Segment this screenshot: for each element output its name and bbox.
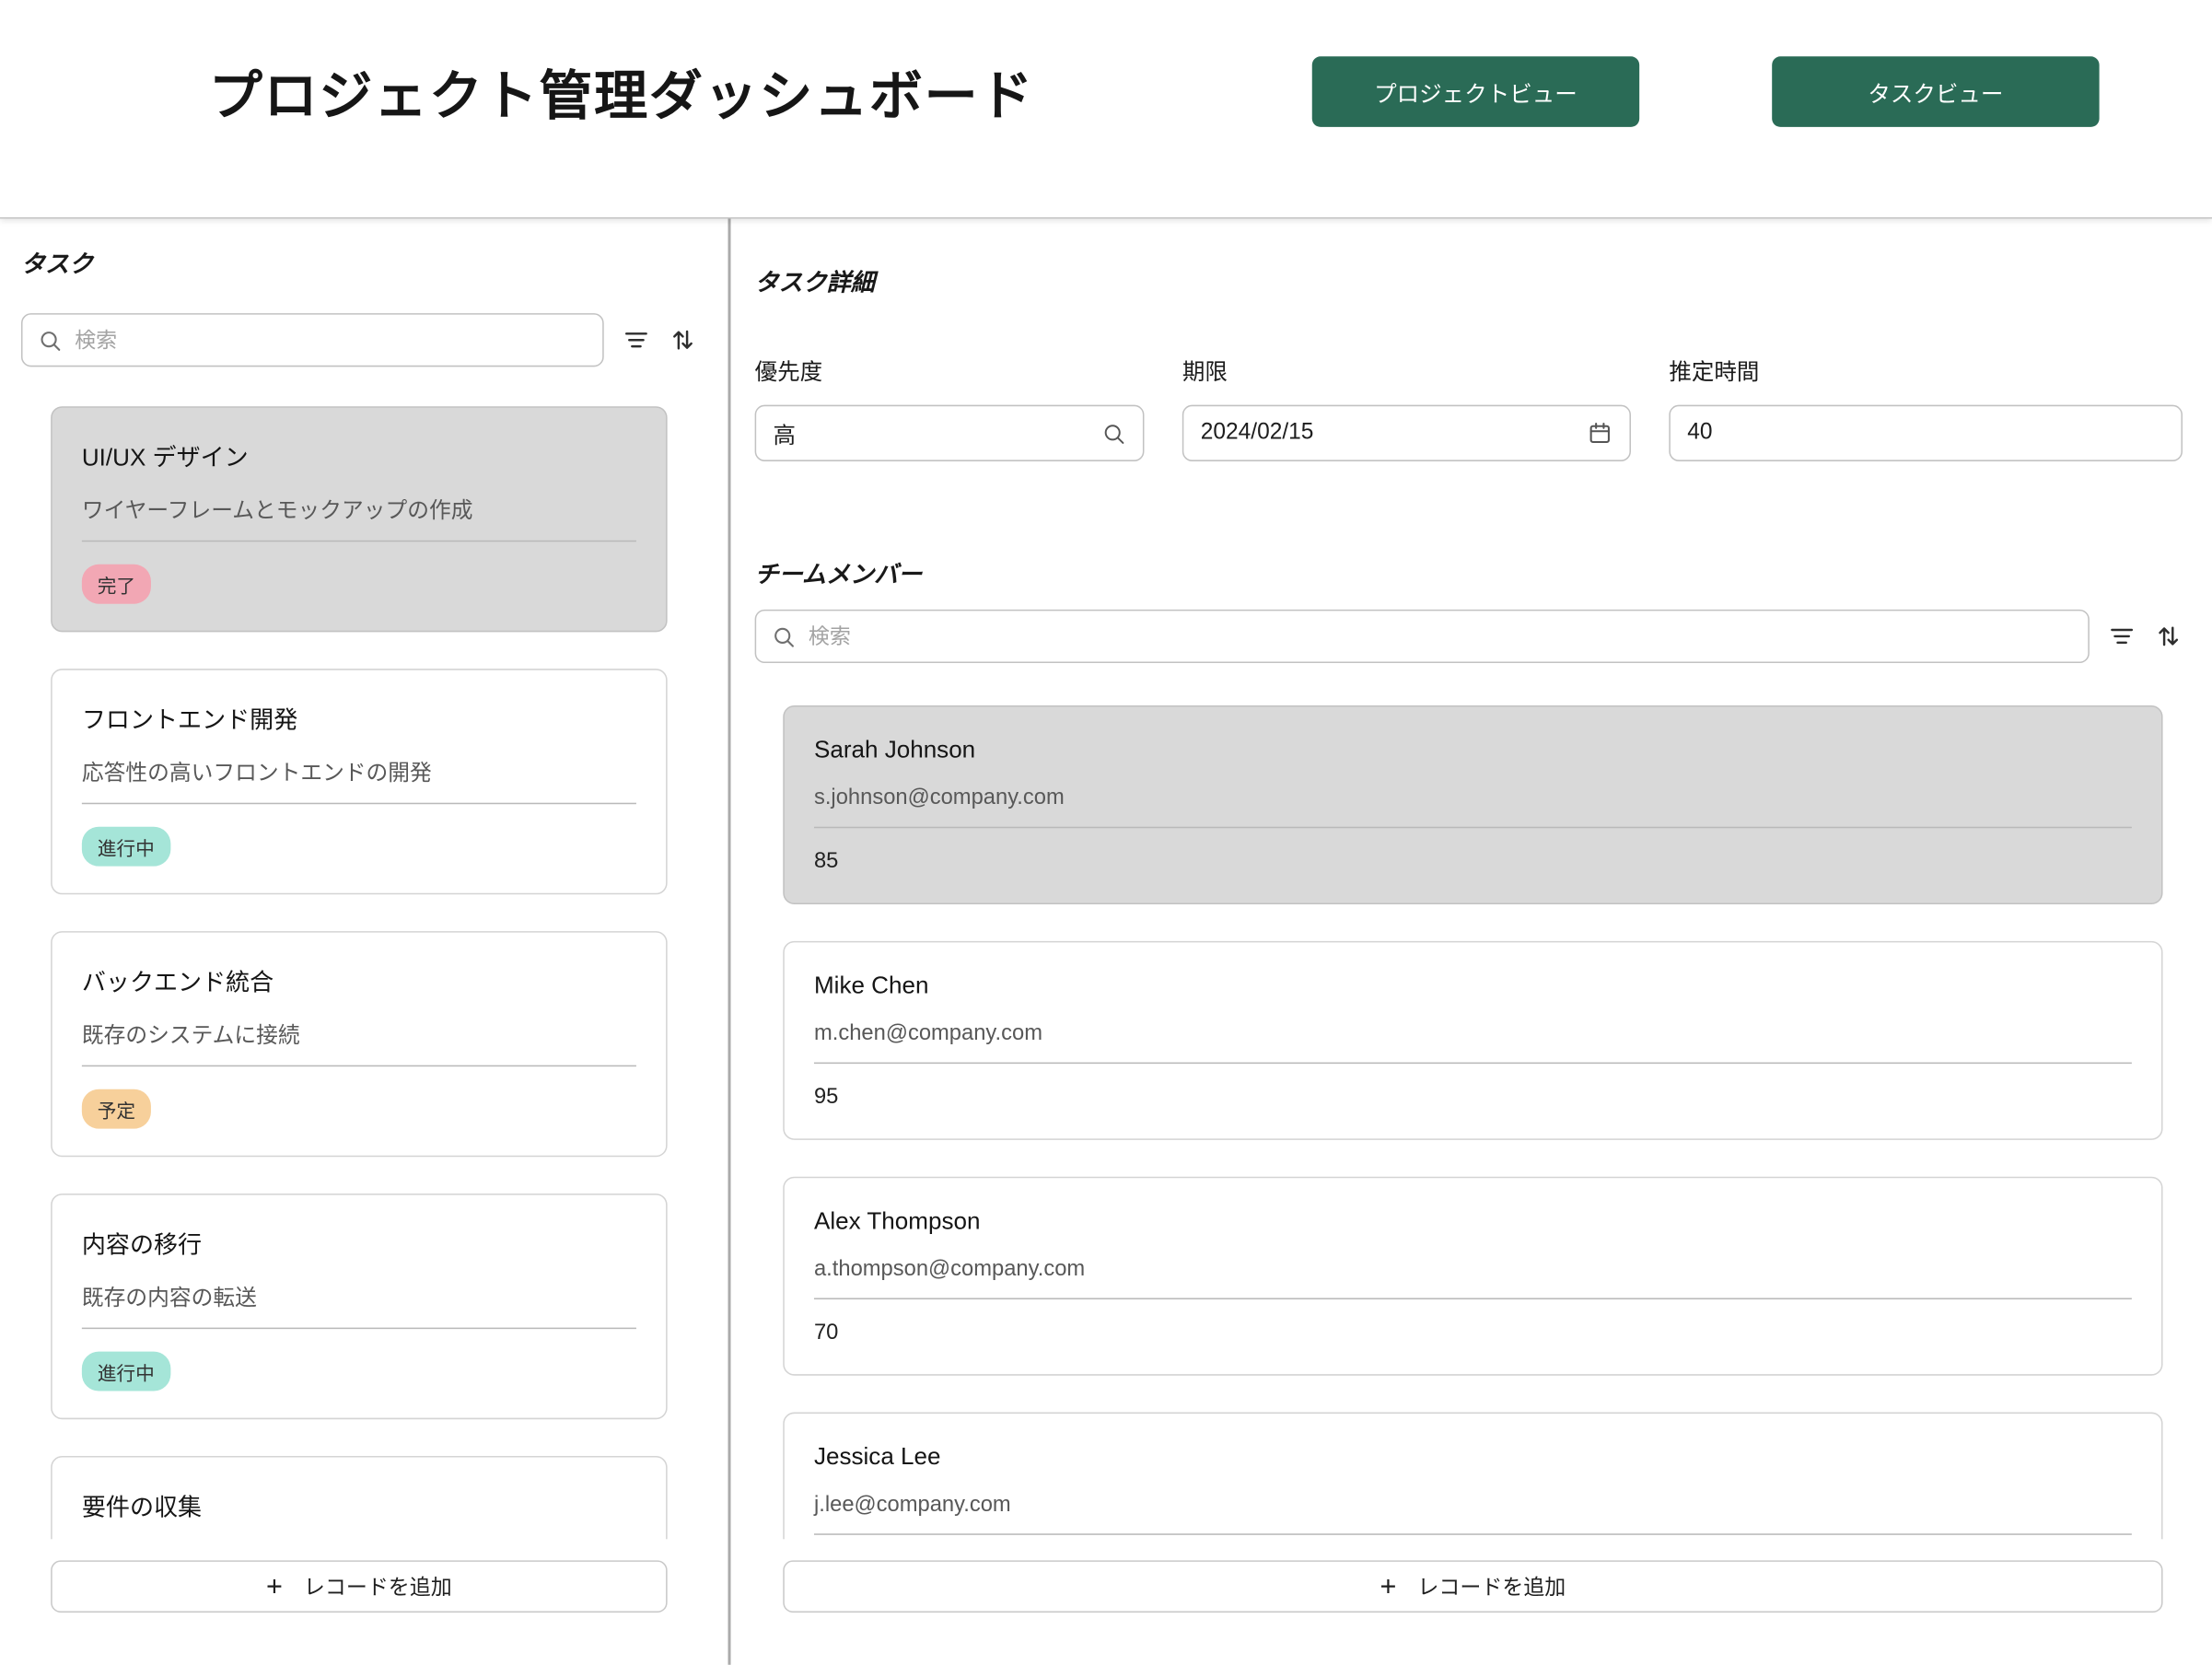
project-view-button[interactable]: プロジェクトビュー bbox=[1312, 56, 1639, 127]
tasks-panel: タスク bbox=[0, 218, 731, 1664]
member-name: Mike Chen bbox=[814, 972, 2132, 1001]
page-title: プロジェクト管理ダッシュボード bbox=[209, 52, 1034, 130]
task-status-badge: 進行中 bbox=[82, 827, 170, 867]
member-score: 95 bbox=[814, 1085, 2132, 1112]
plus-icon: + bbox=[1380, 1572, 1397, 1601]
estimated-hours-label: 推定時間 bbox=[1669, 353, 2183, 387]
member-score: 70 bbox=[814, 1321, 2132, 1347]
header: プロジェクト管理ダッシュボード プロジェクトビュー タスクビュー bbox=[0, 0, 2212, 218]
priority-label: 優先度 bbox=[755, 353, 1145, 387]
task-title: バックエンド統合 bbox=[82, 962, 636, 997]
member-card[interactable]: Sarah Johnson s.johnson@company.com 85 bbox=[783, 705, 2162, 904]
filter-icon bbox=[2108, 623, 2136, 651]
task-title: フロントエンド開発 bbox=[82, 700, 636, 735]
due-date-input-box[interactable] bbox=[1182, 405, 1631, 461]
task-title: 内容の移行 bbox=[82, 1225, 636, 1260]
task-card[interactable]: 内容の移行 既存の内容の転送 進行中 bbox=[51, 1193, 667, 1419]
members-search-box[interactable] bbox=[755, 610, 2090, 663]
member-card[interactable]: Mike Chen m.chen@company.com 95 bbox=[783, 941, 2162, 1140]
due-date-field: 期限 bbox=[1182, 353, 1631, 461]
member-name: Jessica Lee bbox=[814, 1443, 2132, 1472]
member-email: j.lee@company.com bbox=[814, 1493, 2132, 1535]
due-date-label: 期限 bbox=[1182, 353, 1631, 387]
estimated-hours-field: 推定時間 bbox=[1669, 353, 2183, 461]
task-details-panel: タスク詳細 優先度 期限 bbox=[731, 218, 2212, 1664]
task-list: UI/UX デザイン ワイヤーフレームとモックアップの作成 完了 フロントエンド… bbox=[21, 403, 697, 1539]
header-buttons: プロジェクトビュー タスクビュー bbox=[1312, 56, 2100, 127]
members-footer: + レコードを追加 bbox=[755, 1539, 2183, 1664]
task-status-badge: 進行中 bbox=[82, 1352, 170, 1391]
member-name: Alex Thompson bbox=[814, 1207, 2132, 1236]
task-card[interactable]: UI/UX デザイン ワイヤーフレームとモックアップの作成 完了 bbox=[51, 406, 667, 632]
add-member-record-button[interactable]: + レコードを追加 bbox=[783, 1560, 2162, 1613]
add-record-label: レコードを追加 bbox=[1417, 1572, 1566, 1601]
tasks-search-box[interactable] bbox=[21, 313, 604, 367]
member-score: 85 bbox=[814, 849, 2132, 876]
member-list: Sarah Johnson s.johnson@company.com 85 M… bbox=[755, 703, 2183, 1539]
tasks-sort-button[interactable] bbox=[669, 326, 697, 355]
task-title: 要件の収集 bbox=[82, 1487, 636, 1522]
member-email: m.chen@company.com bbox=[814, 1021, 2132, 1064]
task-card[interactable]: 要件の収集 アプリケーションの要件を文書化 bbox=[51, 1456, 667, 1539]
sort-icon bbox=[2154, 623, 2183, 651]
member-email: s.johnson@company.com bbox=[814, 786, 2132, 828]
priority-input-box[interactable] bbox=[755, 405, 1145, 461]
app: プロジェクト管理ダッシュボード プロジェクトビュー タスクビュー タスク bbox=[0, 0, 2212, 1665]
calendar-icon bbox=[1587, 421, 1612, 447]
members-search-row bbox=[755, 610, 2183, 663]
search-icon bbox=[1101, 421, 1125, 445]
task-title: UI/UX デザイン bbox=[82, 437, 636, 472]
sort-icon bbox=[669, 326, 697, 355]
task-description: 既存の内容の転送 bbox=[82, 1281, 636, 1329]
detail-fields-row: 優先度 期限 bbox=[755, 353, 2183, 461]
task-description: ワイヤーフレームとモックアップの作成 bbox=[82, 494, 636, 541]
plus-icon: + bbox=[266, 1572, 283, 1601]
task-description: 応答性の高いフロントエンドの開発 bbox=[82, 756, 636, 804]
member-card[interactable]: Alex Thompson a.thompson@company.com 70 bbox=[783, 1177, 2162, 1376]
member-email: a.thompson@company.com bbox=[814, 1257, 2132, 1299]
tasks-filter-button[interactable] bbox=[623, 326, 651, 355]
filter-icon bbox=[623, 326, 651, 355]
estimated-hours-input-box[interactable] bbox=[1669, 405, 2183, 461]
priority-field: 優先度 bbox=[755, 353, 1145, 461]
member-card[interactable]: Jessica Lee j.lee@company.com bbox=[783, 1413, 2162, 1540]
members-sort-button[interactable] bbox=[2154, 623, 2183, 651]
task-status-badge: 完了 bbox=[82, 565, 151, 604]
task-card[interactable]: バックエンド統合 既存のシステムに接続 予定 bbox=[51, 931, 667, 1157]
members-filter-button[interactable] bbox=[2108, 623, 2136, 651]
tasks-footer: + レコードを追加 bbox=[21, 1539, 697, 1664]
main: タスク bbox=[0, 218, 2212, 1664]
add-record-label: レコードを追加 bbox=[304, 1572, 452, 1601]
task-status-badge: 予定 bbox=[82, 1089, 151, 1129]
task-view-button[interactable]: タスクビュー bbox=[1772, 56, 2099, 127]
task-details-heading: タスク詳細 bbox=[755, 262, 2183, 297]
tasks-search-input[interactable] bbox=[75, 328, 587, 352]
member-name: Sarah Johnson bbox=[814, 737, 2132, 765]
task-description: 既存のシステムに接続 bbox=[82, 1019, 636, 1066]
task-card[interactable]: フロントエンド開発 応答性の高いフロントエンドの開発 進行中 bbox=[51, 669, 667, 894]
estimated-hours-input[interactable] bbox=[1687, 421, 2164, 447]
team-members-heading: チームメンバー bbox=[755, 554, 2183, 589]
members-search-input[interactable] bbox=[809, 624, 2073, 648]
priority-input[interactable] bbox=[774, 421, 1091, 447]
tasks-heading: タスク bbox=[21, 244, 697, 279]
search-icon bbox=[772, 624, 796, 648]
due-date-input[interactable] bbox=[1201, 421, 1577, 447]
add-task-record-button[interactable]: + レコードを追加 bbox=[51, 1560, 667, 1613]
search-icon bbox=[38, 328, 62, 352]
tasks-search-row bbox=[21, 313, 697, 367]
